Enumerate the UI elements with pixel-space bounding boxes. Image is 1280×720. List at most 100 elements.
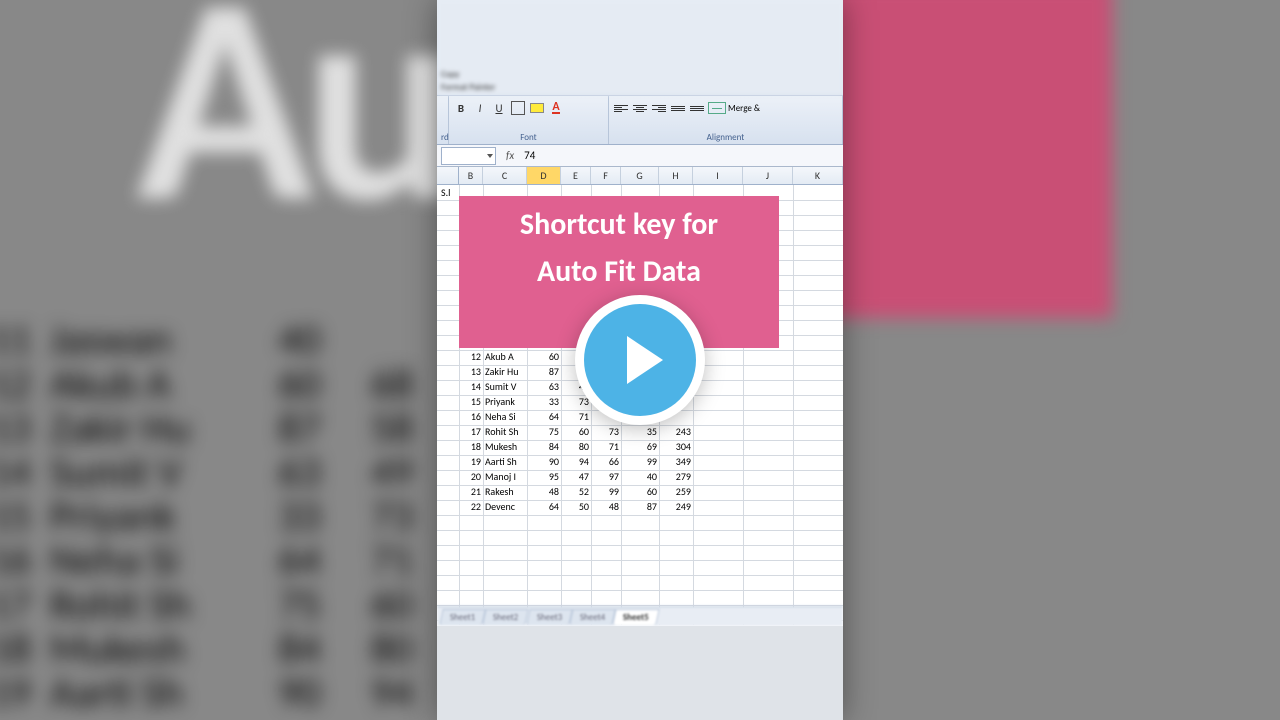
cell[interactable]: 20 bbox=[459, 470, 483, 485]
cell[interactable]: 15 bbox=[459, 395, 483, 410]
cell[interactable]: Priyank bbox=[483, 395, 527, 410]
col-header-I[interactable]: I bbox=[693, 167, 743, 184]
cell[interactable]: 13 bbox=[459, 365, 483, 380]
col-header-G[interactable]: G bbox=[621, 167, 659, 184]
cell[interactable]: 16 bbox=[459, 410, 483, 425]
cell[interactable]: 99 bbox=[591, 485, 621, 500]
cell[interactable]: 12 bbox=[459, 350, 483, 365]
cell[interactable]: 50 bbox=[561, 500, 591, 515]
borders-button[interactable] bbox=[510, 100, 526, 116]
align-center-button[interactable] bbox=[632, 100, 648, 116]
indent-inc-button[interactable] bbox=[689, 100, 705, 116]
alignment-group-label: Alignment bbox=[613, 132, 838, 144]
cell[interactable]: 75 bbox=[527, 425, 561, 440]
cell[interactable]: 64 bbox=[527, 500, 561, 515]
cell[interactable]: Rakesh bbox=[483, 485, 527, 500]
cell[interactable]: 60 bbox=[561, 425, 591, 440]
font-color-button[interactable]: A bbox=[548, 100, 564, 116]
cell[interactable]: 18 bbox=[459, 440, 483, 455]
cell[interactable]: 17 bbox=[459, 425, 483, 440]
align-left-button[interactable] bbox=[613, 100, 629, 116]
cell[interactable]: 71 bbox=[561, 410, 591, 425]
sheet-tab-sheet5[interactable]: Sheet5 bbox=[613, 609, 660, 625]
cell[interactable]: 97 bbox=[591, 470, 621, 485]
cell[interactable]: 95 bbox=[527, 470, 561, 485]
fill-color-button[interactable] bbox=[529, 100, 545, 116]
col-header-E[interactable]: E bbox=[561, 167, 591, 184]
cell[interactable]: 63 bbox=[527, 380, 561, 395]
cell[interactable]: 52 bbox=[561, 485, 591, 500]
cell[interactable]: Zakir Hu bbox=[483, 365, 527, 380]
cell[interactable]: 87 bbox=[621, 500, 659, 515]
col-header-H[interactable]: H bbox=[659, 167, 693, 184]
cell-header[interactable]: S.l bbox=[439, 186, 459, 200]
cell[interactable]: 99 bbox=[621, 455, 659, 470]
font-group-label: Font bbox=[453, 132, 604, 144]
name-box[interactable] bbox=[441, 147, 496, 165]
merge-button[interactable]: Merge & bbox=[708, 102, 760, 114]
bold-button[interactable]: B bbox=[453, 100, 469, 116]
chevron-down-icon bbox=[487, 154, 493, 158]
ribbon: Copy Format Painter rd B I U A Font bbox=[437, 0, 843, 145]
cell[interactable]: 22 bbox=[459, 500, 483, 515]
formula-value[interactable]: 74 bbox=[520, 149, 535, 162]
cell[interactable]: 94 bbox=[561, 455, 591, 470]
column-headers: BCDEFGHIJK bbox=[437, 167, 843, 185]
col-header-C[interactable]: C bbox=[483, 167, 527, 184]
cell[interactable]: 71 bbox=[591, 440, 621, 455]
sheet-tabs: Sheet1Sheet2Sheet3Sheet4Sheet5 bbox=[437, 606, 843, 626]
cell[interactable]: 84 bbox=[527, 440, 561, 455]
cell[interactable]: 60 bbox=[527, 350, 561, 365]
cell[interactable]: Neha Si bbox=[483, 410, 527, 425]
align-right-button[interactable] bbox=[651, 100, 667, 116]
cell[interactable]: 47 bbox=[561, 470, 591, 485]
underline-button[interactable]: U bbox=[491, 100, 507, 116]
overlay-line1: Shortcut key for bbox=[520, 206, 718, 243]
cell[interactable]: Devenc bbox=[483, 500, 527, 515]
cell[interactable]: 35 bbox=[621, 425, 659, 440]
cell[interactable]: 259 bbox=[659, 485, 693, 500]
italic-button[interactable]: I bbox=[472, 100, 488, 116]
cell[interactable]: Sumit V bbox=[483, 380, 527, 395]
cell[interactable]: 279 bbox=[659, 470, 693, 485]
sheet-tab-sheet2[interactable]: Sheet2 bbox=[483, 609, 530, 625]
cell[interactable]: 33 bbox=[527, 395, 561, 410]
cell[interactable]: Akub A bbox=[483, 350, 527, 365]
cell[interactable]: 249 bbox=[659, 500, 693, 515]
cell[interactable]: 64 bbox=[527, 410, 561, 425]
cell[interactable]: Mukesh bbox=[483, 440, 527, 455]
sheet-tab-sheet4[interactable]: Sheet4 bbox=[569, 609, 616, 625]
cell[interactable]: Rohit Sh bbox=[483, 425, 527, 440]
select-all-corner[interactable] bbox=[437, 167, 459, 184]
fx-label[interactable]: fx bbox=[500, 149, 520, 162]
cell[interactable]: 40 bbox=[621, 470, 659, 485]
cell[interactable]: 66 bbox=[591, 455, 621, 470]
cell[interactable]: 48 bbox=[591, 500, 621, 515]
cell[interactable]: 349 bbox=[659, 455, 693, 470]
cell[interactable]: 304 bbox=[659, 440, 693, 455]
col-header-K[interactable]: K bbox=[793, 167, 843, 184]
sheet-tab-sheet1[interactable]: Sheet1 bbox=[439, 609, 486, 625]
copy-label[interactable]: Copy bbox=[441, 69, 495, 80]
cell[interactable]: 73 bbox=[591, 425, 621, 440]
cell[interactable]: 14 bbox=[459, 380, 483, 395]
cell[interactable]: 243 bbox=[659, 425, 693, 440]
cell[interactable]: Manoj I bbox=[483, 470, 527, 485]
cell[interactable]: Aarti Sh bbox=[483, 455, 527, 470]
col-header-F[interactable]: F bbox=[591, 167, 621, 184]
indent-dec-button[interactable] bbox=[670, 100, 686, 116]
cell[interactable]: 60 bbox=[621, 485, 659, 500]
cell[interactable]: 90 bbox=[527, 455, 561, 470]
cell[interactable]: 87 bbox=[527, 365, 561, 380]
format-painter-label[interactable]: Format Painter bbox=[441, 82, 495, 93]
cell[interactable]: 19 bbox=[459, 455, 483, 470]
cell[interactable]: 48 bbox=[527, 485, 561, 500]
col-header-D[interactable]: D bbox=[527, 167, 561, 184]
cell[interactable]: 21 bbox=[459, 485, 483, 500]
sheet-tab-sheet3[interactable]: Sheet3 bbox=[526, 609, 573, 625]
play-button[interactable] bbox=[575, 295, 705, 425]
col-header-B[interactable]: B bbox=[459, 167, 483, 184]
cell[interactable]: 80 bbox=[561, 440, 591, 455]
col-header-J[interactable]: J bbox=[743, 167, 793, 184]
cell[interactable]: 69 bbox=[621, 440, 659, 455]
